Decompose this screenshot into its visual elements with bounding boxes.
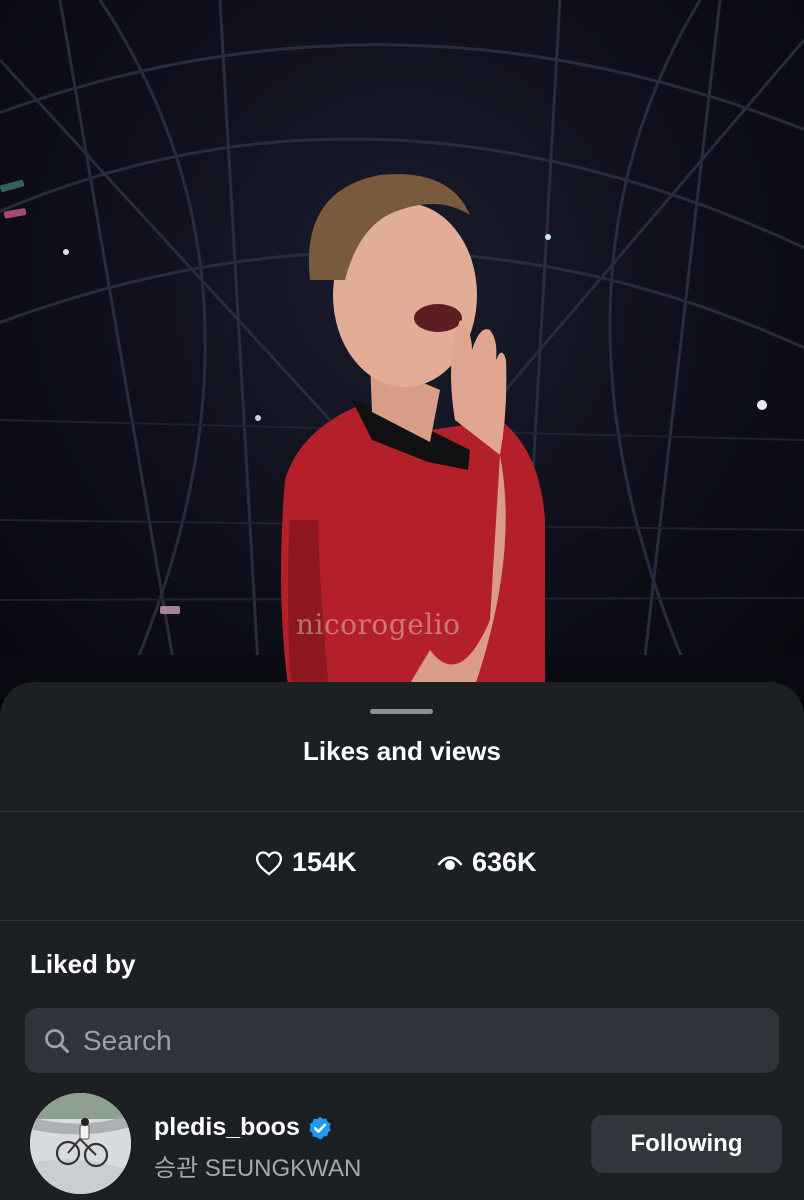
- liked-by-heading: Liked by: [30, 949, 136, 979]
- watermark-text: nicorogelio: [296, 608, 461, 641]
- divider: [0, 811, 804, 812]
- search-icon: [45, 1028, 70, 1053]
- username-row[interactable]: pledis_boos: [154, 1113, 333, 1142]
- list-item[interactable]: pledis_boos 승관 SEUNGKWAN Following: [0, 1090, 804, 1200]
- sheet-drag-handle[interactable]: [370, 709, 433, 714]
- divider: [0, 920, 804, 921]
- likes-and-views-sheet: Likes and views 154K 636K Liked by Searc…: [0, 682, 804, 1200]
- views-stat: 636K: [437, 847, 537, 878]
- sheet-title: Likes and views: [303, 736, 501, 766]
- likes-count: 154K: [292, 847, 357, 877]
- photo-illustration: [0, 0, 804, 700]
- following-button[interactable]: Following: [591, 1115, 782, 1173]
- avatar-image: [30, 1093, 131, 1194]
- verified-badge-icon: [309, 1116, 331, 1139]
- heart-icon: [255, 850, 283, 876]
- eye-icon: [437, 855, 463, 870]
- search-placeholder[interactable]: Search: [83, 1025, 172, 1057]
- likes-stat: 154K: [255, 847, 357, 878]
- avatar[interactable]: [30, 1093, 131, 1194]
- username[interactable]: pledis_boos: [154, 1113, 300, 1142]
- views-count: 636K: [472, 847, 537, 877]
- display-name: 승관 SEUNGKWAN: [154, 1155, 362, 1182]
- search-field[interactable]: Search: [25, 1008, 779, 1073]
- post-photo[interactable]: nicorogelio: [0, 0, 804, 700]
